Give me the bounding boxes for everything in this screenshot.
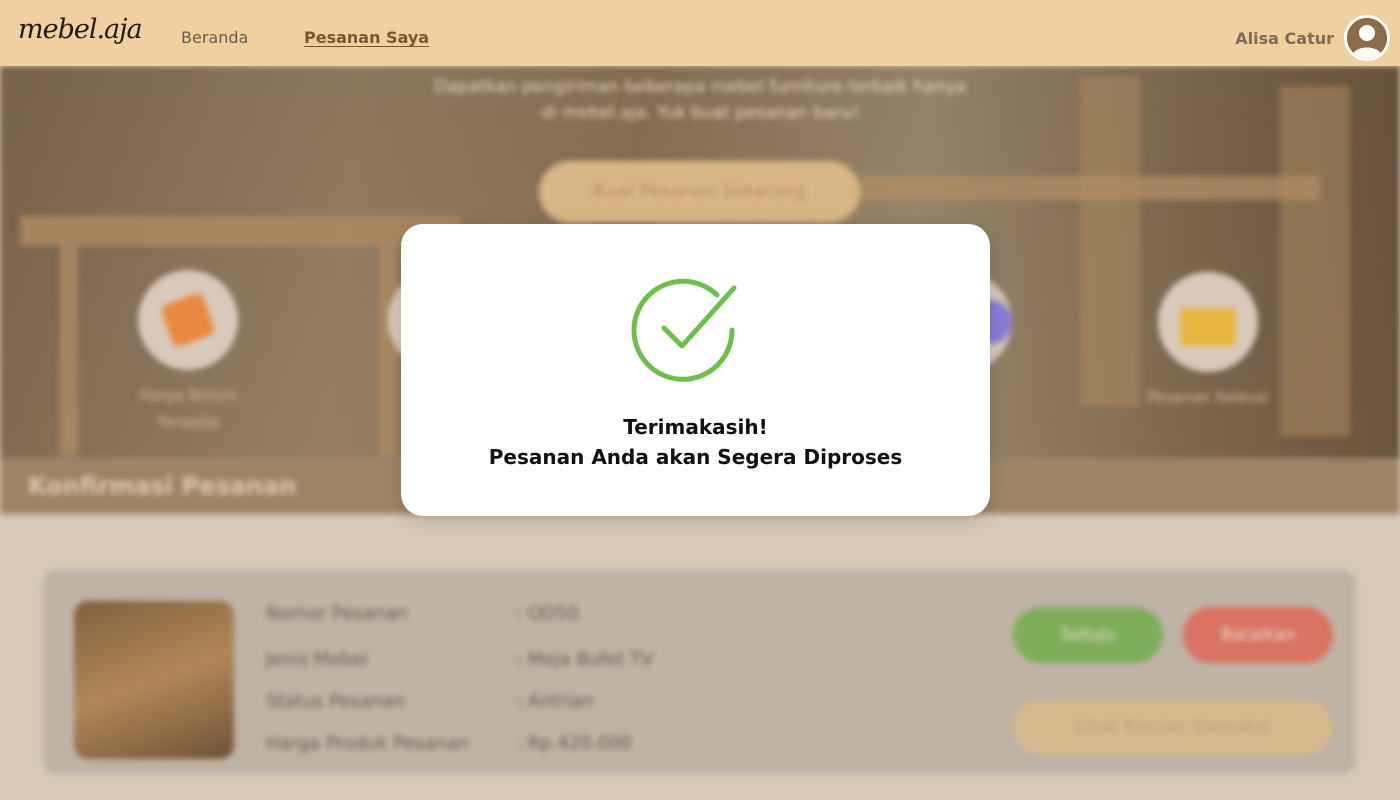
cancel-button[interactable]: Batalkan	[1183, 607, 1333, 663]
feature-done-icon	[1158, 272, 1258, 372]
order-status-value: Antrian	[527, 691, 594, 712]
order-status-label: Status Pesanan	[266, 691, 405, 712]
nav-link-my-orders[interactable]: Pesanan Saya	[304, 28, 429, 47]
view-transaction-button[interactable]: Lihat Rincian Transaksi	[1013, 699, 1333, 755]
modal-title: Terimakasih!	[623, 415, 768, 439]
create-order-button[interactable]: Buat Pesanan Sekarang	[539, 161, 860, 223]
order-card: Nomor Pesanan Jenis Mebel Status Pesanan…	[41, 568, 1358, 776]
order-price-value: Rp.420.000	[527, 733, 632, 754]
feature-label-price: Harga Belum Tersedia	[139, 386, 237, 431]
nav-link-home[interactable]: Beranda	[181, 28, 248, 47]
order-number-label: Nomor Pesanan	[266, 603, 408, 624]
check-circle-icon	[631, 278, 737, 382]
order-price-label: Harga Produk Pesanan	[266, 733, 469, 754]
order-number-value: OD50	[527, 603, 579, 624]
furniture-type-label: Jenis Mebel	[266, 649, 368, 670]
hero-description: Dapatkan pengiriman beberapa mebel furni…	[434, 77, 966, 123]
furniture-type-value: Meja Bufet TV	[527, 649, 654, 670]
user-name[interactable]: Alisa Catur	[1235, 29, 1334, 48]
logo[interactable]: mebel.aja	[18, 14, 143, 45]
feature-label-done: Pesanan Selesai	[1147, 388, 1269, 406]
modal-message: Pesanan Anda akan Segera Diproses	[488, 445, 903, 469]
avatar-icon[interactable]	[1344, 15, 1390, 61]
feature-price-icon	[138, 270, 238, 370]
success-modal: Terimakasih! Pesanan Anda akan Segera Di…	[401, 224, 990, 516]
product-thumbnail	[74, 601, 234, 759]
approve-button[interactable]: Setuju	[1013, 607, 1163, 663]
navbar: mebel.aja Beranda Pesanan Saya Alisa Cat…	[0, 0, 1400, 66]
